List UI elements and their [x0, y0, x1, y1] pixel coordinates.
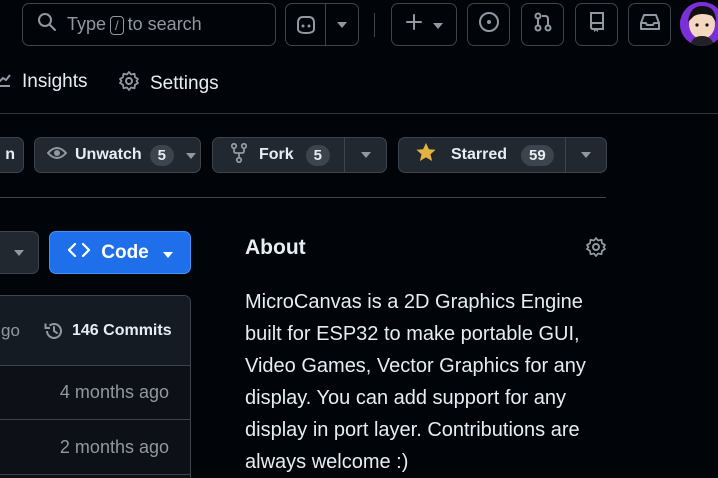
- chevron-down-icon: [162, 242, 173, 264]
- repo-forked-icon: [230, 142, 248, 168]
- star-count: 59: [521, 144, 554, 166]
- fork-dropdown[interactable]: [344, 138, 386, 172]
- about-description: MicroCanvas is a 2D Graphics Engine buil…: [245, 291, 586, 473]
- chevron-down-icon: [186, 146, 197, 164]
- starred-button[interactable]: Starred 59: [398, 137, 607, 173]
- plus-icon: [405, 13, 423, 36]
- pin-button-label: n: [5, 146, 15, 163]
- code-icon: [67, 242, 91, 264]
- pull-requests-button[interactable]: [521, 3, 564, 46]
- chevron-down-icon: [581, 152, 591, 158]
- create-new-button[interactable]: [391, 3, 457, 46]
- code-button[interactable]: Code: [49, 231, 191, 274]
- header-divider: [374, 13, 375, 37]
- inbox-button[interactable]: [628, 3, 671, 46]
- search-icon: [37, 12, 57, 37]
- chevron-down-icon: [360, 152, 371, 158]
- repositories-button[interactable]: [575, 3, 618, 46]
- star-fill-icon: [415, 142, 437, 168]
- code-button-label: Code: [101, 241, 149, 263]
- tab-insights[interactable]: Insights: [0, 70, 87, 94]
- issue-circle-icon: [478, 11, 500, 38]
- eye-icon: [46, 145, 68, 166]
- tab-settings-label: Settings: [150, 73, 219, 94]
- latest-commit-time: go: [1, 321, 20, 340]
- latest-commit-bar: go 146 Commits: [0, 296, 190, 366]
- unwatch-button[interactable]: Unwatch 5: [34, 137, 201, 173]
- search-input[interactable]: Type / to search: [22, 3, 276, 46]
- file-browser: go 146 Commits 4 months ago 2 months ago: [0, 295, 191, 478]
- about-settings-gear-icon[interactable]: [585, 236, 607, 263]
- pin-button[interactable]: n: [0, 137, 24, 173]
- git-pull-request-icon: [532, 11, 554, 38]
- inbox-icon: [639, 12, 661, 37]
- search-placeholder: Type / to search: [67, 14, 202, 35]
- user-avatar[interactable]: [680, 2, 718, 46]
- starred-label: Starred: [451, 146, 508, 163]
- history-icon: [44, 322, 62, 339]
- repo-icon: [587, 11, 607, 38]
- tab-settings[interactable]: Settings: [118, 70, 219, 98]
- chevron-down-icon: [14, 249, 24, 256]
- star-dropdown[interactable]: [565, 138, 606, 172]
- file-row[interactable]: 4 months ago: [0, 366, 190, 420]
- copilot-icon: [286, 15, 325, 35]
- file-row[interactable]: 2 months ago: [0, 421, 190, 475]
- fork-button[interactable]: Fork 5: [212, 137, 387, 173]
- branch-dropdown-button[interactable]: [0, 231, 39, 274]
- about-heading: About: [245, 236, 306, 259]
- file-row-time: 2 months ago: [59, 437, 169, 457]
- chevron-down-icon[interactable]: [326, 21, 358, 28]
- fork-label: Fork: [259, 146, 294, 163]
- file-row-time: 4 months ago: [59, 382, 169, 402]
- chevron-down-icon: [433, 16, 443, 34]
- commits-count: 146 Commits: [72, 322, 172, 339]
- unwatch-label: Unwatch: [75, 146, 142, 163]
- graph-icon: [0, 70, 12, 94]
- issues-button[interactable]: [467, 3, 510, 46]
- copilot-button[interactable]: [285, 3, 359, 46]
- gear-icon: [118, 70, 140, 98]
- section-divider: [0, 197, 606, 198]
- watch-count: 5: [149, 144, 175, 166]
- fork-count: 5: [305, 144, 331, 166]
- search-shortcut-key: /: [110, 16, 124, 35]
- tab-insights-label: Insights: [22, 71, 88, 92]
- commits-link[interactable]: 146 Commits: [43, 320, 172, 342]
